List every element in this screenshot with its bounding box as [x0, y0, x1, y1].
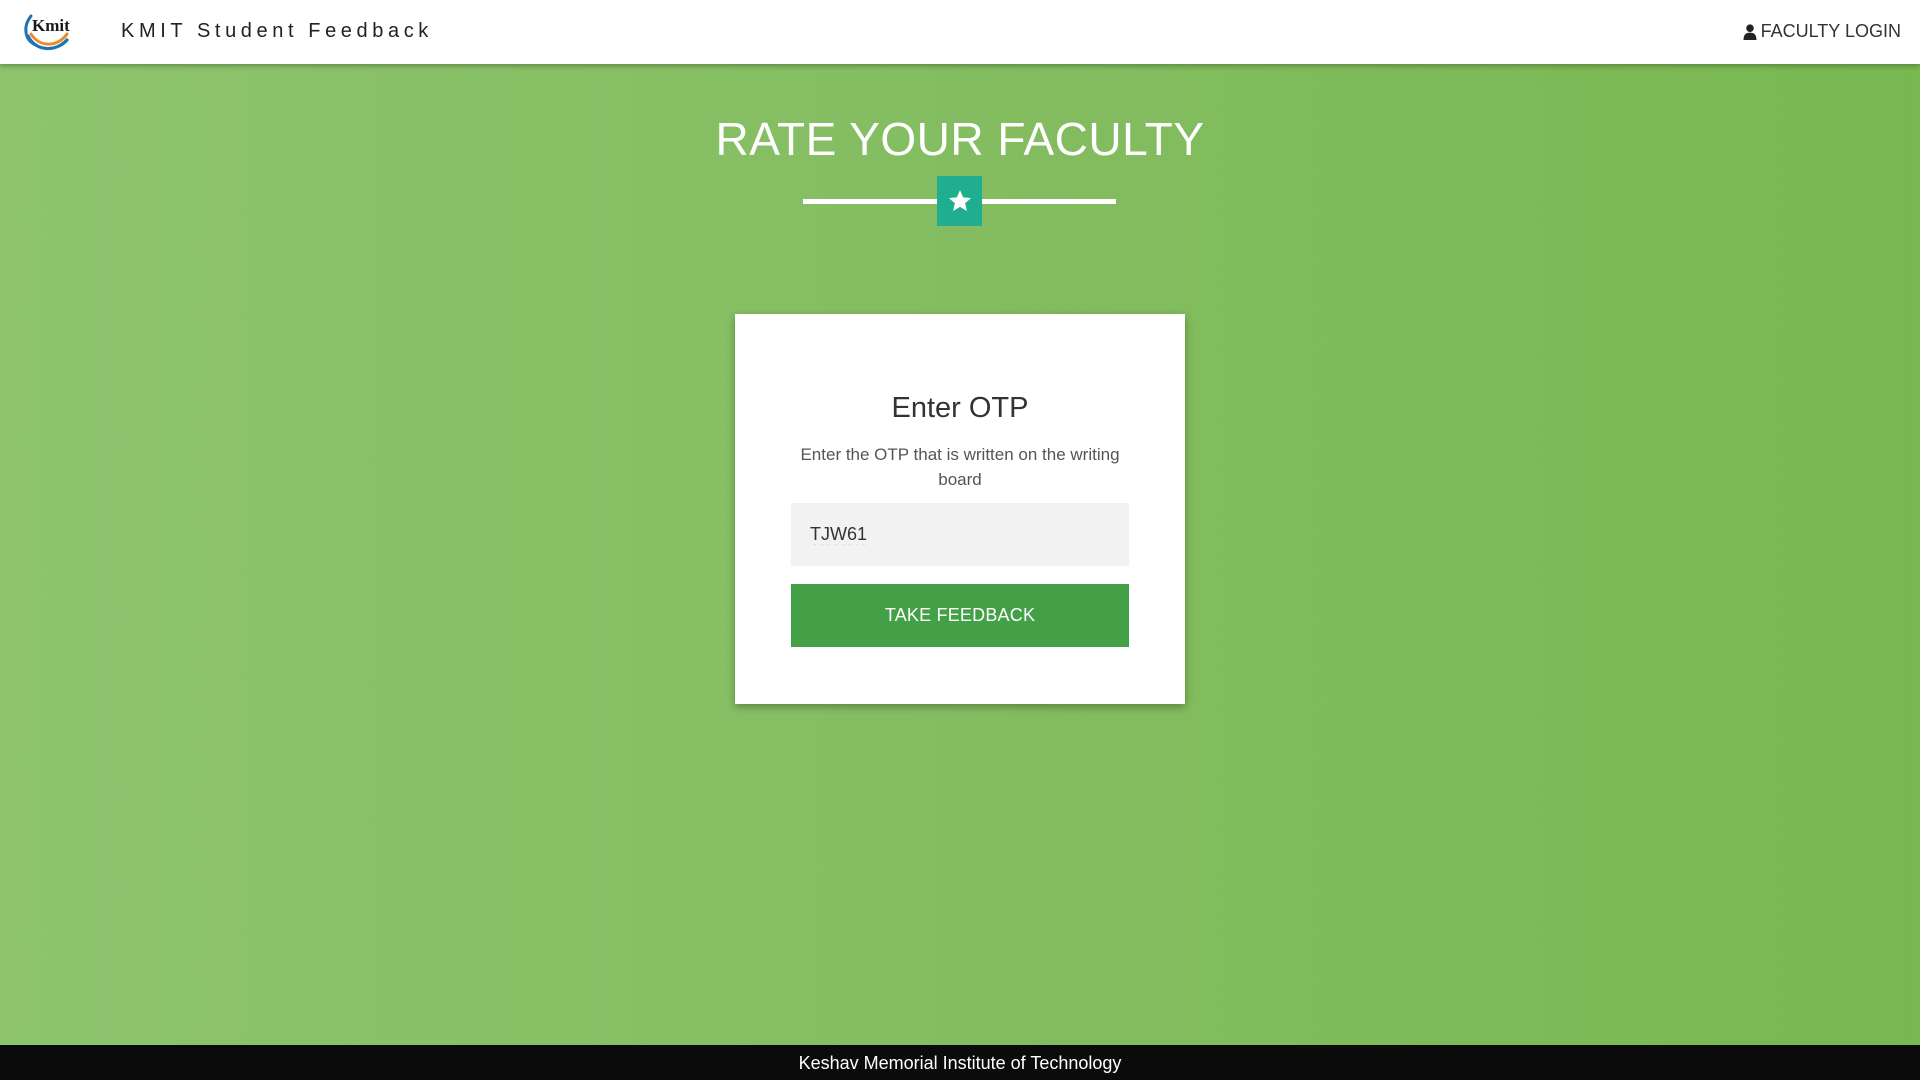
star-icon	[948, 189, 971, 212]
kmit-logo[interactable]: Kmit	[22, 10, 80, 54]
faculty-login-link[interactable]: FACULTY LOGIN	[1743, 21, 1901, 42]
otp-card-title: Enter OTP	[891, 392, 1029, 424]
top-navbar: Kmit KMIT Student Feedback FACULTY LOGIN	[0, 0, 1920, 64]
title-divider	[803, 176, 1116, 228]
kmit-logo-graphic: Kmit	[24, 14, 70, 51]
site-title[interactable]: KMIT Student Feedback	[121, 20, 433, 43]
divider-line-right	[982, 199, 1116, 204]
take-feedback-button[interactable]: TAKE FEEDBACK	[791, 584, 1129, 647]
divider-line-left	[803, 199, 937, 204]
logo-text: Kmit	[32, 16, 70, 35]
page-title: RATE YOUR FACULTY	[715, 113, 1205, 165]
otp-input[interactable]	[791, 503, 1129, 566]
otp-card-description: Enter the OTP that is written on the wri…	[800, 445, 1120, 489]
faculty-login-label: FACULTY LOGIN	[1760, 21, 1901, 41]
otp-card: Enter OTP Enter the OTP that is written …	[735, 314, 1185, 704]
page-footer: Keshav Memorial Institute of Technology	[0, 1045, 1920, 1080]
star-badge	[937, 176, 982, 226]
user-icon	[1743, 23, 1757, 40]
footer-text: Keshav Memorial Institute of Technology	[798, 1053, 1122, 1073]
